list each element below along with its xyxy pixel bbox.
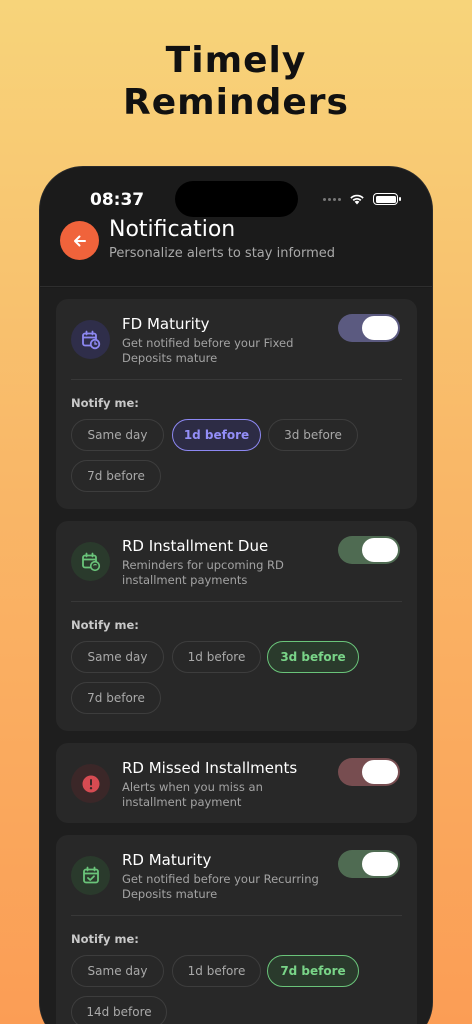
option-7d-before[interactable]: 7d before (71, 682, 161, 714)
alert-icon (71, 764, 110, 803)
toggle-knob (362, 538, 398, 562)
option-3d-before[interactable]: 3d before (267, 641, 359, 673)
rd-maturity-card: RD Maturity Get notified before your Rec… (56, 835, 417, 1024)
calendar-check-icon (71, 856, 110, 895)
headline-line2: Reminders (123, 82, 349, 123)
rd-installment-toggle[interactable] (338, 536, 400, 564)
card-description: Get notified before your Fixed Deposits … (122, 336, 294, 365)
toggle-knob (362, 760, 398, 784)
page-title: Notification (109, 217, 236, 242)
option-same-day[interactable]: Same day (71, 955, 164, 987)
option-same-day[interactable]: Same day (71, 419, 164, 451)
headline-line1: Timely (165, 40, 307, 81)
notify-label: Notify me: (71, 618, 139, 632)
option-1d-before[interactable]: 1d before (172, 641, 261, 673)
headline: Timely Reminders (0, 40, 472, 124)
option-same-day[interactable]: Same day (71, 641, 164, 673)
status-time: 08:37 (90, 190, 145, 210)
calendar-refresh-icon (71, 542, 110, 581)
rd-missed-toggle[interactable] (338, 758, 400, 786)
card-title: RD Installment Due (122, 537, 269, 555)
fd-maturity-card: FD Maturity Get notified before your Fix… (56, 299, 417, 509)
card-title: RD Maturity (122, 851, 212, 869)
settings-list: FD Maturity Get notified before your Fix… (40, 288, 432, 1024)
option-7d-before[interactable]: 7d before (267, 955, 359, 987)
header: Notification Personalize alerts to stay … (40, 217, 432, 287)
calendar-clock-icon (71, 320, 110, 359)
card-description: Alerts when you miss an installment paym… (122, 780, 263, 809)
status-icons (323, 193, 401, 205)
arrow-left-icon (73, 235, 86, 246)
rd-missed-card: RD Missed Installments Alerts when you m… (56, 743, 417, 823)
divider (71, 915, 402, 916)
notify-label: Notify me: (71, 396, 139, 410)
toggle-knob (362, 316, 398, 340)
divider (71, 601, 402, 602)
toggle-knob (362, 852, 398, 876)
card-description: Reminders for upcoming RD installment pa… (122, 558, 284, 587)
option-3d-before[interactable]: 3d before (268, 419, 358, 451)
card-title: FD Maturity (122, 315, 210, 333)
rd-maturity-toggle[interactable] (338, 850, 400, 878)
dynamic-island (175, 181, 298, 217)
option-14d-before[interactable]: 14d before (71, 996, 167, 1024)
card-title: RD Missed Installments (122, 759, 298, 777)
option-1d-before[interactable]: 1d before (172, 419, 261, 451)
back-button[interactable] (60, 221, 99, 260)
fd-maturity-toggle[interactable] (338, 314, 400, 342)
notify-label: Notify me: (71, 932, 139, 946)
divider (71, 379, 402, 380)
phone-frame: 08:37 Notification Personalize alerts to… (39, 166, 433, 1024)
rd-installment-card: RD Installment Due Reminders for upcomin… (56, 521, 417, 731)
page-subtitle: Personalize alerts to stay informed (109, 246, 336, 261)
battery-icon (373, 193, 401, 205)
option-7d-before[interactable]: 7d before (71, 460, 161, 492)
wifi-icon (350, 194, 364, 205)
cellular-signal-icon (323, 197, 341, 201)
card-description: Get notified before your Recurring Depos… (122, 872, 319, 901)
option-1d-before[interactable]: 1d before (172, 955, 261, 987)
